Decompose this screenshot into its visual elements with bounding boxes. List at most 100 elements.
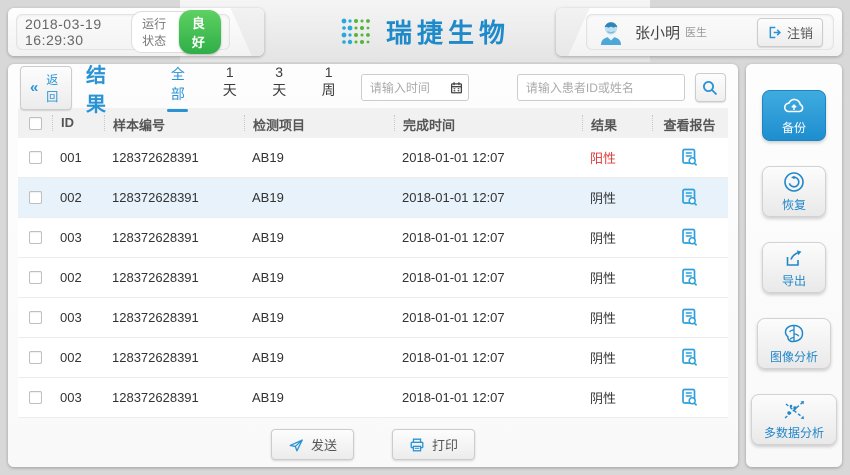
table-row[interactable]: 002 128372628391 AB19 2018-01-01 12:07 阴… [18,258,728,298]
view-report-icon[interactable] [681,268,698,287]
filter-tabs: 全部 1天 3天 1周 [167,64,337,112]
print-label: 打印 [432,435,458,454]
cell-sample: 128372628391 [104,190,244,205]
tab-all[interactable]: 全部 [167,64,188,112]
cell-result: 阴性 [582,348,652,367]
image-analysis-button[interactable]: 图像分析 [757,318,831,369]
view-report-icon[interactable] [681,228,698,247]
cell-time: 2018-01-01 12:07 [394,230,582,245]
restore-label: 恢复 [782,196,806,213]
table-row[interactable]: 002 128372628391 AB19 2018-01-01 12:07 阴… [18,178,728,218]
row-checkbox[interactable] [29,351,42,364]
row-checkbox[interactable] [29,391,42,404]
image-analysis-brain-icon [782,323,806,345]
cell-result: 阴性 [582,268,652,287]
cell-id: 003 [52,390,104,405]
time-search-wrap [361,74,469,101]
cell-id: 002 [52,190,104,205]
cell-time: 2018-01-01 12:07 [394,350,582,365]
backup-button[interactable]: 备份 [762,90,826,141]
restore-icon [783,171,805,193]
cell-id: 003 [52,310,104,325]
header-sample: 样本编号 [104,115,244,131]
cell-project: AB19 [244,270,394,285]
brand-title: 瑞捷生物 [386,13,510,50]
logout-button[interactable]: 注销 [757,18,823,47]
results-table: ID 样本编号 检测项目 完成时间 结果 查看报告 001 1283726283… [18,108,728,418]
brand-dots-icon [340,16,372,48]
run-status-label: 运行状态 [131,11,185,53]
user-name: 张小明 [635,22,680,43]
panel-chamfer [229,8,264,56]
cell-id: 001 [52,150,104,165]
action-sidebar: 备份 恢复 导出 图像分析 [746,64,842,467]
table-footer: 发送 打印 [8,418,738,460]
print-icon [409,437,425,453]
backup-label: 备份 [782,119,806,136]
page-title: 结果 [86,59,121,117]
tab-1week[interactable]: 1周 [320,64,336,112]
image-analysis-label: 图像分析 [770,348,818,365]
cell-result: 阴性 [582,228,652,247]
header-result: 结果 [582,115,652,131]
header-right-panel: 张小明 医生 注销 [556,8,842,56]
view-report-icon[interactable] [681,148,698,167]
cell-id: 002 [52,350,104,365]
export-icon [783,247,805,269]
export-label: 导出 [782,272,806,289]
cell-result: 阴性 [582,308,652,327]
header-left-panel: 2018-03-19 16:29:30 运行状态 良好 [8,8,264,56]
view-report-icon[interactable] [681,188,698,207]
logout-icon [767,25,782,40]
view-report-icon[interactable] [681,348,698,367]
multi-data-analysis-label: 多数据分析 [764,424,824,441]
header-time: 完成时间 [394,115,582,131]
send-label: 发送 [311,435,337,454]
cell-time: 2018-01-01 12:07 [394,270,582,285]
logout-label: 注销 [787,23,813,42]
row-checkbox[interactable] [29,231,42,244]
view-report-icon[interactable] [681,388,698,407]
row-checkbox[interactable] [29,271,42,284]
send-button[interactable]: 发送 [271,429,354,460]
row-checkbox[interactable] [29,311,42,324]
patient-search-wrap [493,74,685,101]
cell-time: 2018-01-01 12:07 [394,150,582,165]
search-button[interactable] [695,73,726,102]
cell-result: 阴性 [582,188,652,207]
cell-sample: 128372628391 [104,230,244,245]
select-all-checkbox[interactable] [29,117,42,130]
calendar-icon[interactable] [450,81,463,94]
table-row[interactable]: 003 128372628391 AB19 2018-01-01 12:07 阴… [18,298,728,338]
cell-sample: 128372628391 [104,310,244,325]
table-row[interactable]: 001 128372628391 AB19 2018-01-01 12:07 阳… [18,138,728,178]
back-button[interactable]: « 返回 [20,66,72,110]
cell-project: AB19 [244,310,394,325]
cell-sample: 128372628391 [104,390,244,405]
row-checkbox[interactable] [29,151,42,164]
row-checkbox[interactable] [29,191,42,204]
table-row[interactable]: 002 128372628391 AB19 2018-01-01 12:07 阴… [18,338,728,378]
toolbar: « 返回 结果 全部 1天 3天 1周 [8,64,738,106]
cell-result: 阴性 [582,388,652,407]
export-button[interactable]: 导出 [762,242,826,293]
view-report-icon[interactable] [681,308,698,327]
send-icon [288,437,304,453]
table-header-row: ID 样本编号 检测项目 完成时间 结果 查看报告 [18,108,728,138]
cell-sample: 128372628391 [104,350,244,365]
double-chevron-left-icon: « [30,83,38,93]
header-right-inset: 张小明 医生 注销 [586,14,834,50]
cell-time: 2018-01-01 12:07 [394,390,582,405]
user-role: 医生 [685,24,707,40]
tab-1day[interactable]: 1天 [221,64,237,112]
header-id: ID [52,115,104,131]
restore-button[interactable]: 恢复 [762,166,826,217]
table-row[interactable]: 003 128372628391 AB19 2018-01-01 12:07 阴… [18,218,728,258]
table-row[interactable]: 003 128372628391 AB19 2018-01-01 12:07 阴… [18,378,728,418]
print-button[interactable]: 打印 [392,429,475,460]
multi-data-analysis-button[interactable]: 多数据分析 [751,394,837,445]
patient-search-input[interactable] [517,74,685,101]
cell-sample: 128372628391 [104,150,244,165]
datetime-text: 2018-03-19 16:29:30 [25,16,131,48]
tab-3day[interactable]: 3天 [271,64,287,112]
